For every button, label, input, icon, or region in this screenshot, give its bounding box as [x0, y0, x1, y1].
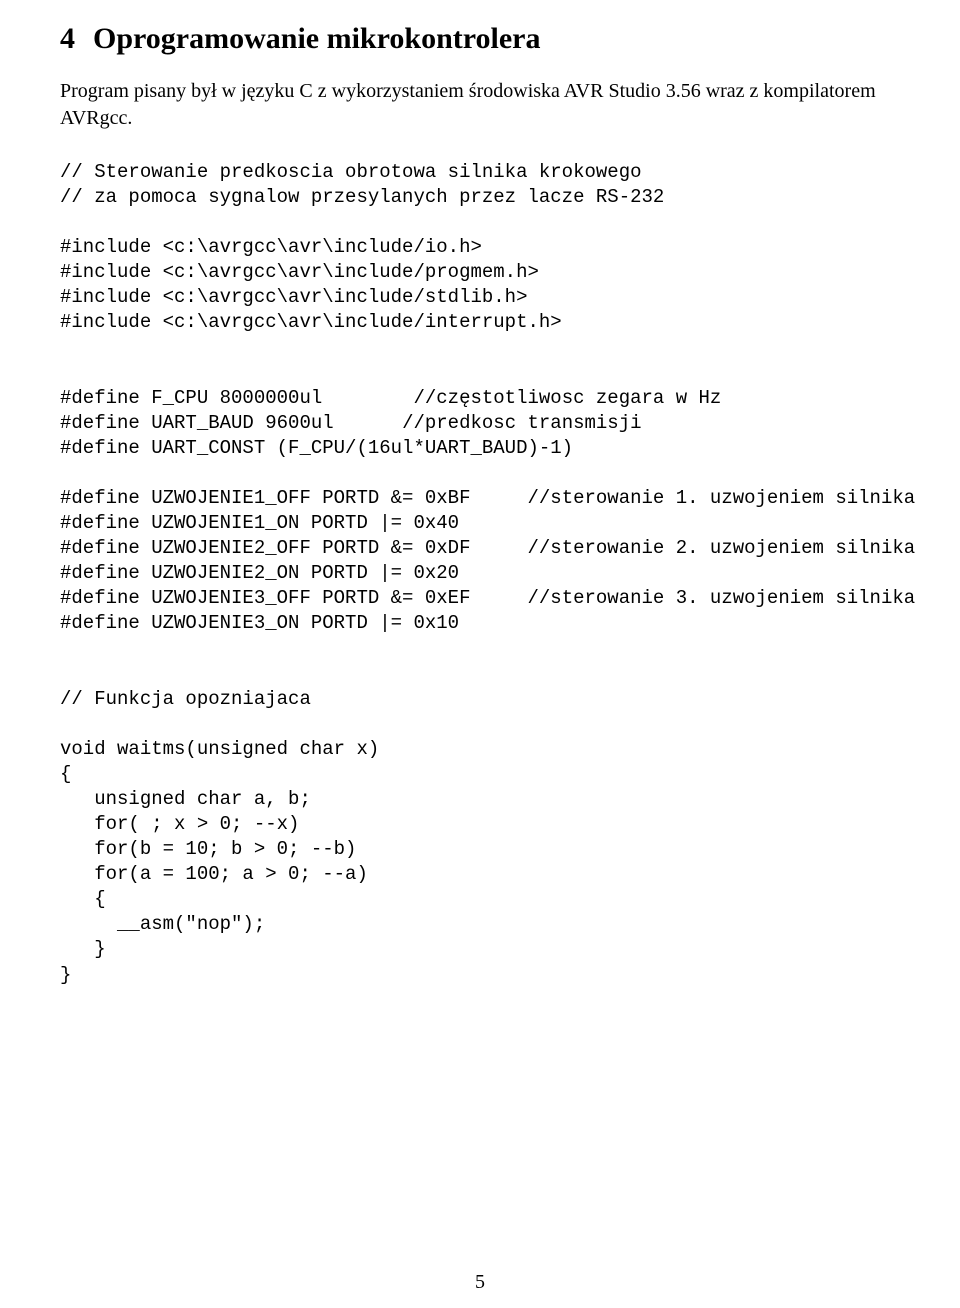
code-comment: //sterowanie 3. uzwojeniem silnika	[527, 587, 915, 609]
code-line: for(a = 100; a > 0; --a)	[60, 863, 368, 885]
code-line: // Sterowanie predkoscia obrotowa silnik…	[60, 161, 642, 183]
section-title-text: Oprogramowanie mikrokontrolera	[93, 22, 540, 55]
intro-paragraph: Program pisany był w języku C z wykorzys…	[60, 78, 900, 132]
code-line: #define UZWOJENIE1_ON PORTD |= 0x40	[60, 512, 459, 534]
page: 4 Oprogramowanie mikrokontrolera Program …	[0, 0, 960, 1308]
code-line: #define UZWOJENIE2_OFF PORTD &= 0xDF	[60, 537, 470, 559]
code-line: #define UART_BAUD 9600ul	[60, 412, 334, 434]
code-comment: //częstotliwosc zegara w Hz	[413, 387, 721, 409]
code-line: unsigned char a, b;	[60, 788, 311, 810]
code-comment: //sterowanie 2. uzwojeniem silnika	[527, 537, 915, 559]
code-line: #include <c:\avrgcc\avr\include/io.h>	[60, 236, 482, 258]
code-line: // Funkcja opozniajaca	[60, 688, 311, 710]
code-listing: // Sterowanie predkoscia obrotowa silnik…	[60, 160, 900, 988]
code-line: #define UZWOJENIE2_ON PORTD |= 0x20	[60, 562, 459, 584]
code-line: #define F_CPU 8000000ul	[60, 387, 322, 409]
code-line: }	[60, 964, 71, 986]
page-number: 5	[0, 1271, 960, 1294]
code-line: #include <c:\avrgcc\avr\include/interrup…	[60, 311, 562, 333]
code-line: for(b = 10; b > 0; --b)	[60, 838, 356, 860]
section-heading: 4 Oprogramowanie mikrokontrolera	[60, 22, 900, 56]
code-line: #include <c:\avrgcc\avr\include/stdlib.h…	[60, 286, 527, 308]
code-line: {	[60, 763, 71, 785]
code-line: void waitms(unsigned char x)	[60, 738, 379, 760]
code-comment: //predkosc transmisji	[402, 412, 641, 434]
section-number: 4	[60, 22, 75, 55]
code-line: #define UZWOJENIE1_OFF PORTD &= 0xBF	[60, 487, 470, 509]
code-line: #define UZWOJENIE3_ON PORTD |= 0x10	[60, 612, 459, 634]
code-line: for( ; x > 0; --x)	[60, 813, 299, 835]
code-line: #define UART_CONST (F_CPU/(16ul*UART_BAU…	[60, 437, 573, 459]
code-line: // za pomoca sygnalow przesylanych przez…	[60, 186, 664, 208]
code-comment: //sterowanie 1. uzwojeniem silnika	[527, 487, 915, 509]
code-line: #define UZWOJENIE3_OFF PORTD &= 0xEF	[60, 587, 470, 609]
code-line: }	[60, 938, 106, 960]
code-line: {	[60, 888, 106, 910]
code-line: #include <c:\avrgcc\avr\include/progmem.…	[60, 261, 539, 283]
code-line: __asm("nop");	[60, 913, 265, 935]
